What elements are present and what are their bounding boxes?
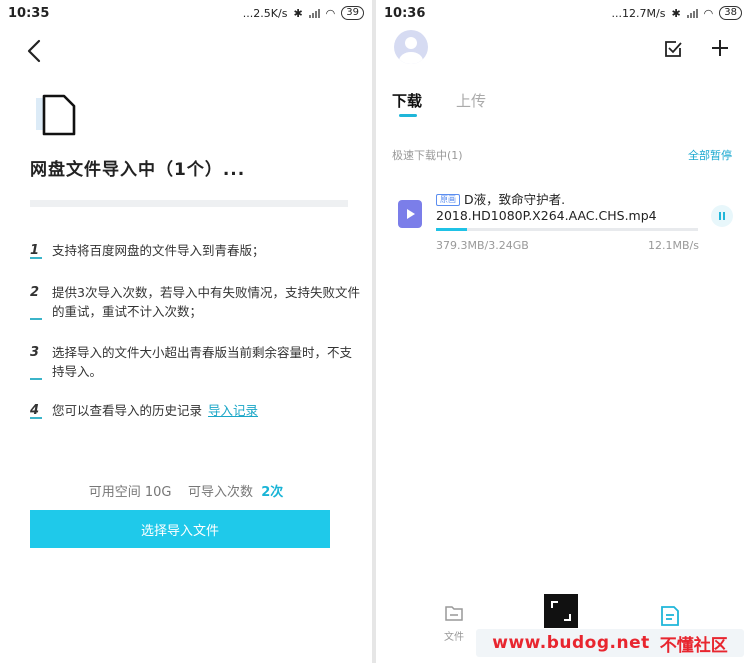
video-file-icon: [398, 200, 422, 228]
wifi-icon: ◠: [703, 6, 714, 20]
status-time: 10:36: [384, 5, 426, 21]
pause-all-button[interactable]: 全部暂停: [688, 147, 732, 163]
bluetooth-icon: ✱: [671, 6, 681, 20]
download-progress-bar: [436, 228, 698, 231]
status-time: 10:35: [8, 5, 50, 21]
nav-files[interactable]: 文件: [440, 604, 468, 643]
bluetooth-icon: ✱: [293, 6, 303, 20]
watermark: www.budog.net 不懂社区: [476, 629, 744, 657]
download-progress-fill: [436, 228, 468, 231]
download-size: 379.3MB/3.24GB: [436, 239, 529, 252]
battery-icon: 38: [719, 6, 742, 20]
select-checkbox-icon[interactable]: [664, 40, 682, 58]
avatar[interactable]: [394, 30, 428, 64]
signal-icon: [686, 8, 698, 18]
download-filename[interactable]: 原画 D液，致命守护者. 2018.HD1080P.X264.AAC.CHS.mp…: [436, 192, 696, 224]
active-tab-indicator: [399, 114, 417, 117]
transfer-screen: 10:36 ...12.7M/s ✱ ◠ 38 下载 上传 极速下载中(1) 全…: [376, 0, 750, 663]
status-bar: 10:36 ...12.7M/s ✱ ◠ 38: [376, 0, 750, 26]
transfer-nav-icon[interactable]: [658, 604, 682, 628]
available-space-info: 可用空间 10G 可导入次数 2次: [88, 485, 284, 500]
network-speed: ...2.5K/s: [242, 6, 288, 20]
pause-icon[interactable]: [711, 205, 733, 227]
tab-download[interactable]: 下载: [392, 90, 422, 111]
signal-icon: [308, 8, 320, 18]
quality-badge: 原画: [436, 194, 460, 206]
note-item: 4 您可以查看导入的历史记录 导入记录: [30, 403, 259, 419]
import-progress-bar: [30, 200, 348, 207]
note-item: 3 选择导入的文件大小超出青春版当前剩余容量时，不支持导入。: [30, 345, 353, 380]
battery-icon: 39: [341, 6, 364, 20]
document-icon: [36, 94, 76, 136]
status-bar: 10:35 ...2.5K/s ✱ ◠ 39: [0, 0, 372, 26]
back-arrow-icon[interactable]: [20, 36, 50, 66]
section-label: 极速下载中(1): [392, 149, 463, 162]
page-title: 网盘文件导入中（1个）...: [30, 160, 246, 180]
import-count: 2次: [261, 485, 284, 500]
import-history-link[interactable]: 导入记录: [208, 403, 258, 418]
network-speed: ...12.7M/s: [611, 6, 666, 20]
note-item: 2 提供3次导入次数，若导入中有失败情况，支持失败文件的重试，重试不计入次数；: [30, 285, 360, 320]
nav-scan[interactable]: [544, 594, 578, 628]
download-speed: 12.1MB/s: [648, 239, 699, 252]
folder-icon: [445, 606, 463, 621]
import-screen: 10:35 ...2.5K/s ✱ ◠ 39 网盘文件导入中（1个）... 1 …: [0, 0, 372, 663]
tab-upload[interactable]: 上传: [456, 90, 486, 111]
scan-icon: [551, 601, 571, 621]
note-item: 1 支持将百度网盘的文件导入到青春版；: [30, 243, 265, 259]
select-import-file-button[interactable]: 选择导入文件: [30, 510, 330, 548]
add-icon[interactable]: [710, 38, 730, 58]
wifi-icon: ◠: [325, 6, 336, 20]
